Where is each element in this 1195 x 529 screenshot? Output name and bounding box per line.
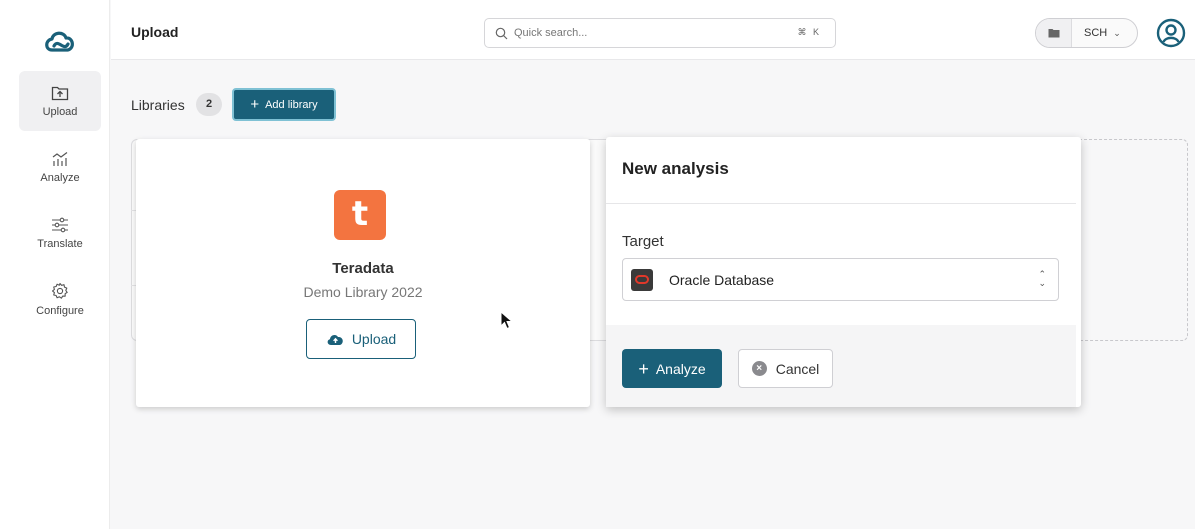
- sidebar-item-label: Upload: [42, 105, 78, 118]
- plus-icon: +: [638, 358, 649, 379]
- chevron-down-icon: ⌄: [1113, 27, 1121, 38]
- mouse-cursor-icon: [500, 311, 514, 330]
- divider: [606, 203, 1076, 204]
- app-logo-icon[interactable]: [40, 24, 80, 58]
- sidebar-item-label: Translate: [37, 237, 83, 250]
- schema-selector[interactable]: SCH ⌄: [1035, 18, 1138, 48]
- gear-icon: [51, 282, 68, 299]
- sidebar-item-label: Analyze: [40, 171, 80, 184]
- folder-icon: [1036, 19, 1072, 47]
- cancel-button[interactable]: × Cancel: [738, 349, 833, 388]
- add-library-label: Add library: [265, 98, 318, 111]
- oracle-logo-icon: [631, 268, 653, 291]
- sidebar-item-label: Configure: [36, 304, 84, 317]
- dialog-footer: + Analyze × Cancel: [606, 325, 1076, 407]
- sliders-icon: [52, 217, 68, 232]
- upload-button[interactable]: Upload: [306, 319, 416, 359]
- user-avatar-icon[interactable]: [1156, 18, 1186, 48]
- sidebar-item-analyze[interactable]: Analyze: [19, 137, 101, 197]
- libraries-count-badge: 2: [196, 93, 222, 116]
- search-icon: [495, 27, 508, 39]
- target-label: Target: [622, 233, 664, 250]
- libraries-title: Libraries: [131, 97, 185, 113]
- search-input[interactable]: [514, 27, 764, 39]
- dialog-title: New analysis: [622, 159, 729, 178]
- library-card[interactable]: t Teradata Demo Library 2022 Upload: [136, 139, 590, 407]
- library-description: Demo Library 2022: [303, 284, 423, 300]
- drop-zone[interactable]: [1079, 139, 1188, 341]
- library-name: Teradata: [332, 260, 394, 277]
- chart-icon: [52, 151, 68, 166]
- sidebar-item-translate[interactable]: Translate: [19, 203, 101, 263]
- search-shortcut: ⌘ K: [797, 27, 821, 37]
- cancel-label: Cancel: [775, 360, 820, 377]
- analyze-label: Analyze: [655, 360, 706, 377]
- target-value: Oracle Database: [669, 271, 775, 288]
- target-select[interactable]: Oracle Database ⌃ ⌄: [622, 258, 1059, 301]
- updown-chevron-icon: ⌃ ⌄: [1038, 269, 1046, 288]
- top-bar: Upload ⌘ K SCH ⌄: [111, 0, 1195, 60]
- analyze-button[interactable]: + Analyze: [622, 349, 722, 388]
- sidebar: Upload Analyze Translate Configure: [0, 0, 110, 529]
- close-circle-icon: ×: [751, 361, 767, 376]
- add-library-button[interactable]: + Add library: [232, 88, 336, 121]
- upload-label: Upload: [351, 331, 397, 347]
- page-title: Upload: [131, 24, 179, 40]
- sidebar-item-configure[interactable]: Configure: [19, 269, 101, 329]
- plus-icon: +: [250, 96, 260, 113]
- sidebar-item-upload[interactable]: Upload: [19, 71, 101, 131]
- new-analysis-dialog: New analysis Target Oracle Database ⌃ ⌄ +…: [606, 137, 1081, 407]
- upload-folder-icon: [51, 86, 69, 100]
- teradata-logo-icon: t: [334, 190, 386, 240]
- quick-search[interactable]: ⌘ K: [484, 18, 836, 48]
- cloud-upload-icon: [327, 335, 343, 345]
- schema-label: SCH: [1084, 27, 1108, 39]
